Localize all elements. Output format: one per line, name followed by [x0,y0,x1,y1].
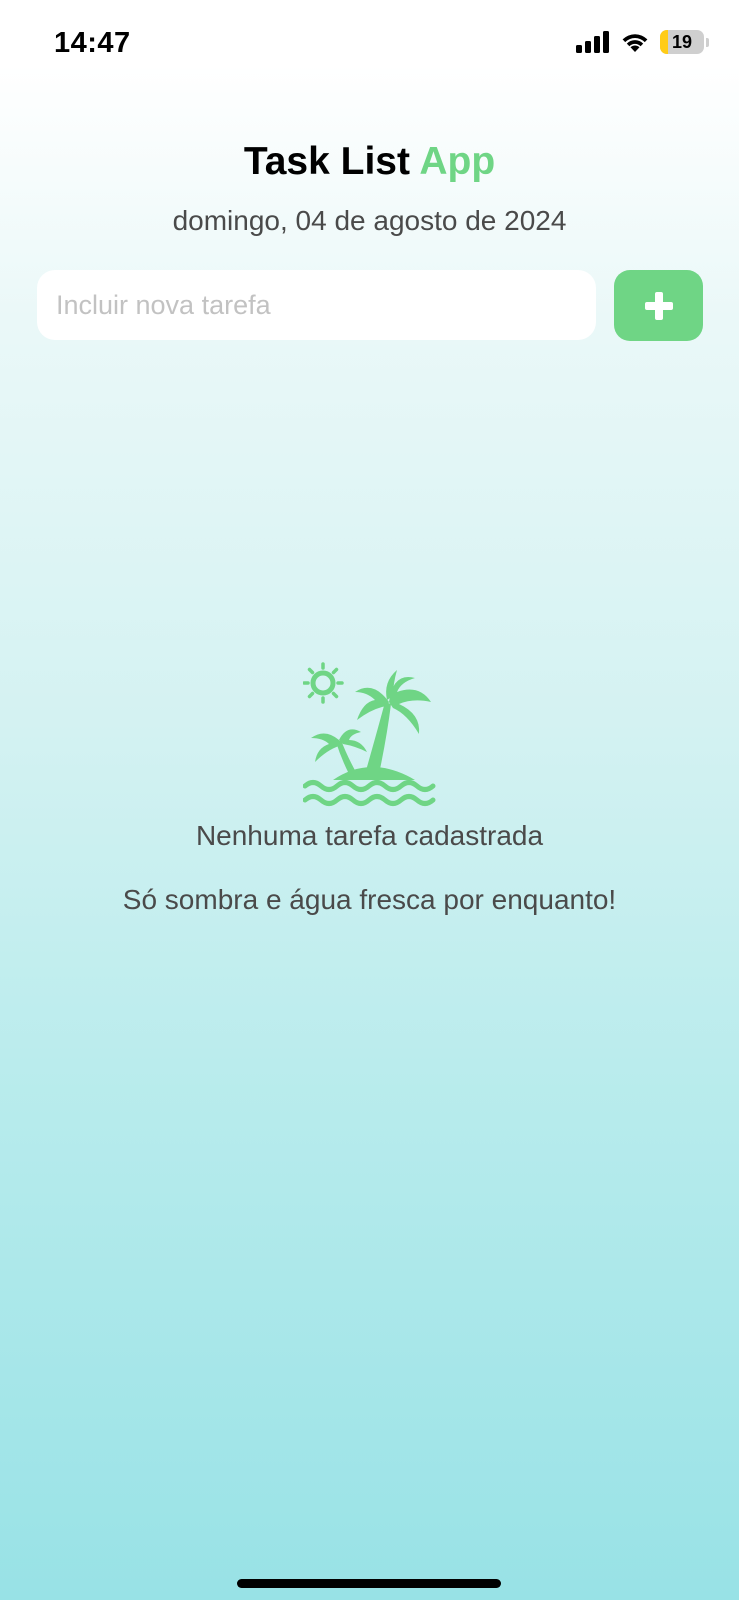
status-bar: 14:47 19 [0,0,739,90]
status-icons: 19 [576,30,709,54]
signal-icon [576,31,609,53]
home-indicator[interactable] [237,1579,501,1588]
current-date: domingo, 04 de agosto de 2024 [172,205,567,236]
plus-icon [644,291,673,320]
sun-icon [303,662,344,704]
app-title-main: Task List [243,140,410,183]
empty-state-subtitle: Só sombra e água fresca por enquanto! [122,884,617,915]
battery-fill [660,30,669,54]
app-title: Task List App [0,140,739,184]
battery-level: 19 [671,31,693,52]
empty-state-title: Nenhuma tarefa cadastrada [195,820,544,851]
add-task-button[interactable] [614,270,703,341]
status-time: 14:47 [54,27,131,59]
battery-icon: 19 [660,30,704,54]
new-task-input[interactable] [37,270,596,340]
battery-cap [706,37,709,47]
app-title-accent: App [419,140,496,183]
island-palm-icon [303,662,436,806]
wifi-icon [622,34,648,52]
